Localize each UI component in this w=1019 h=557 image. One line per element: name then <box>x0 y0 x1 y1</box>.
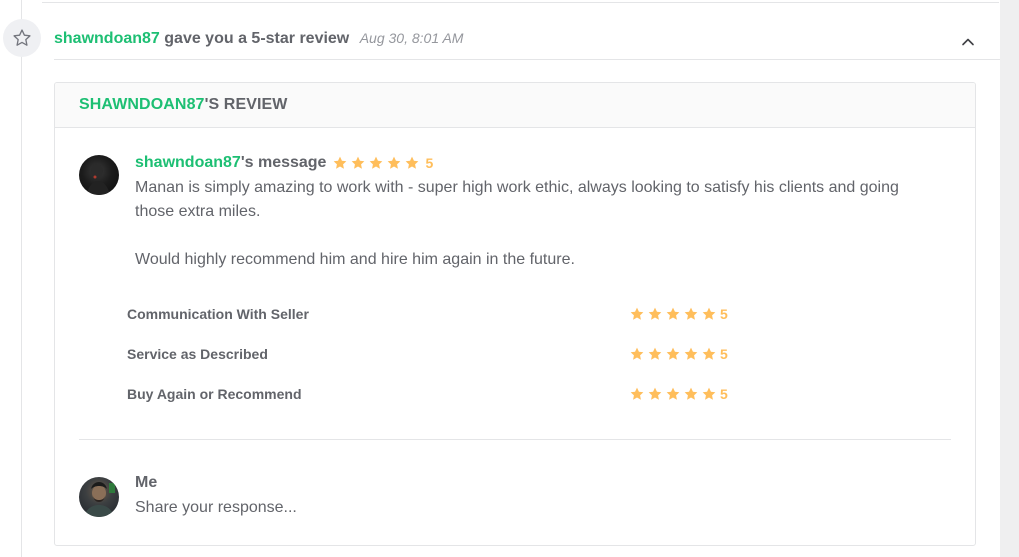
overall-rating-value: 5 <box>425 155 434 171</box>
star-icon <box>666 307 680 320</box>
criteria-row-service: Service as Described 5 <box>127 344 747 364</box>
my-avatar[interactable] <box>79 477 119 517</box>
criteria-rating-value: 5 <box>720 306 728 322</box>
review-card-title: SHAWNDOAN87 'S REVIEW <box>55 83 975 128</box>
reviewer-avatar[interactable] <box>79 155 119 195</box>
review-title-username[interactable]: SHAWNDOAN87 <box>79 96 205 114</box>
divider <box>42 2 999 3</box>
response-input[interactable] <box>135 497 735 519</box>
criteria-stars: 5 <box>629 306 728 322</box>
star-icon <box>630 347 644 360</box>
review-message-body: Manan is simply amazing to work with - s… <box>135 176 935 272</box>
message-title-suffix: 's message <box>240 154 327 171</box>
notification-action: gave you a 5-star review <box>164 30 350 47</box>
star-icon <box>648 307 662 320</box>
criteria-stars: 5 <box>629 346 728 362</box>
criteria-label: Service as Described <box>127 346 268 362</box>
star-icon <box>352 156 365 169</box>
star-icon <box>370 156 383 169</box>
divider <box>54 59 1000 60</box>
review-paragraph: Manan is simply amazing to work with - s… <box>135 179 899 220</box>
star-icon <box>684 387 698 400</box>
star-icon <box>684 347 698 360</box>
notification-date: Aug 30, 8:01 AM <box>359 30 464 46</box>
star-icon <box>648 347 662 360</box>
divider <box>79 439 951 440</box>
reviewer-username-link[interactable]: shawndoan87 <box>54 30 160 47</box>
criteria-row-buy-again: Buy Again or Recommend 5 <box>127 384 747 404</box>
chevron-up-icon <box>962 38 974 46</box>
star-icon <box>702 347 716 360</box>
review-card: SHAWNDOAN87 'S REVIEW shawndoan87's messa… <box>54 82 976 546</box>
star-icon <box>406 156 419 169</box>
star-icon <box>666 387 680 400</box>
star-icon <box>702 387 716 400</box>
notification-header: shawndoan87 gave you a 5-star review Aug… <box>54 30 463 48</box>
star-icon <box>388 156 401 169</box>
star-icon <box>666 347 680 360</box>
responder-name: Me <box>135 474 158 491</box>
criteria-stars: 5 <box>629 386 728 402</box>
criteria-rating-value: 5 <box>720 346 728 362</box>
criteria-label: Communication With Seller <box>127 306 309 322</box>
star-icon <box>630 387 644 400</box>
criteria-row-communication: Communication With Seller 5 <box>127 304 747 324</box>
star-icon <box>702 307 716 320</box>
message-title: shawndoan87's message 5 <box>135 154 433 172</box>
star-icon <box>684 307 698 320</box>
overall-rating-stars: 5 <box>332 155 433 171</box>
criteria-rating-value: 5 <box>720 386 728 402</box>
timeline-line <box>21 0 22 557</box>
star-icon <box>648 387 662 400</box>
scrollbar-track[interactable] <box>1000 0 1019 557</box>
collapse-button[interactable] <box>958 32 978 52</box>
star-outline-icon <box>3 19 41 57</box>
message-username-link[interactable]: shawndoan87 <box>135 154 241 172</box>
review-title-suffix: 'S REVIEW <box>204 96 288 113</box>
review-paragraph: Would highly recommend him and hire him … <box>135 251 575 268</box>
star-icon <box>334 156 347 169</box>
criteria-label: Buy Again or Recommend <box>127 386 302 402</box>
star-icon <box>630 307 644 320</box>
